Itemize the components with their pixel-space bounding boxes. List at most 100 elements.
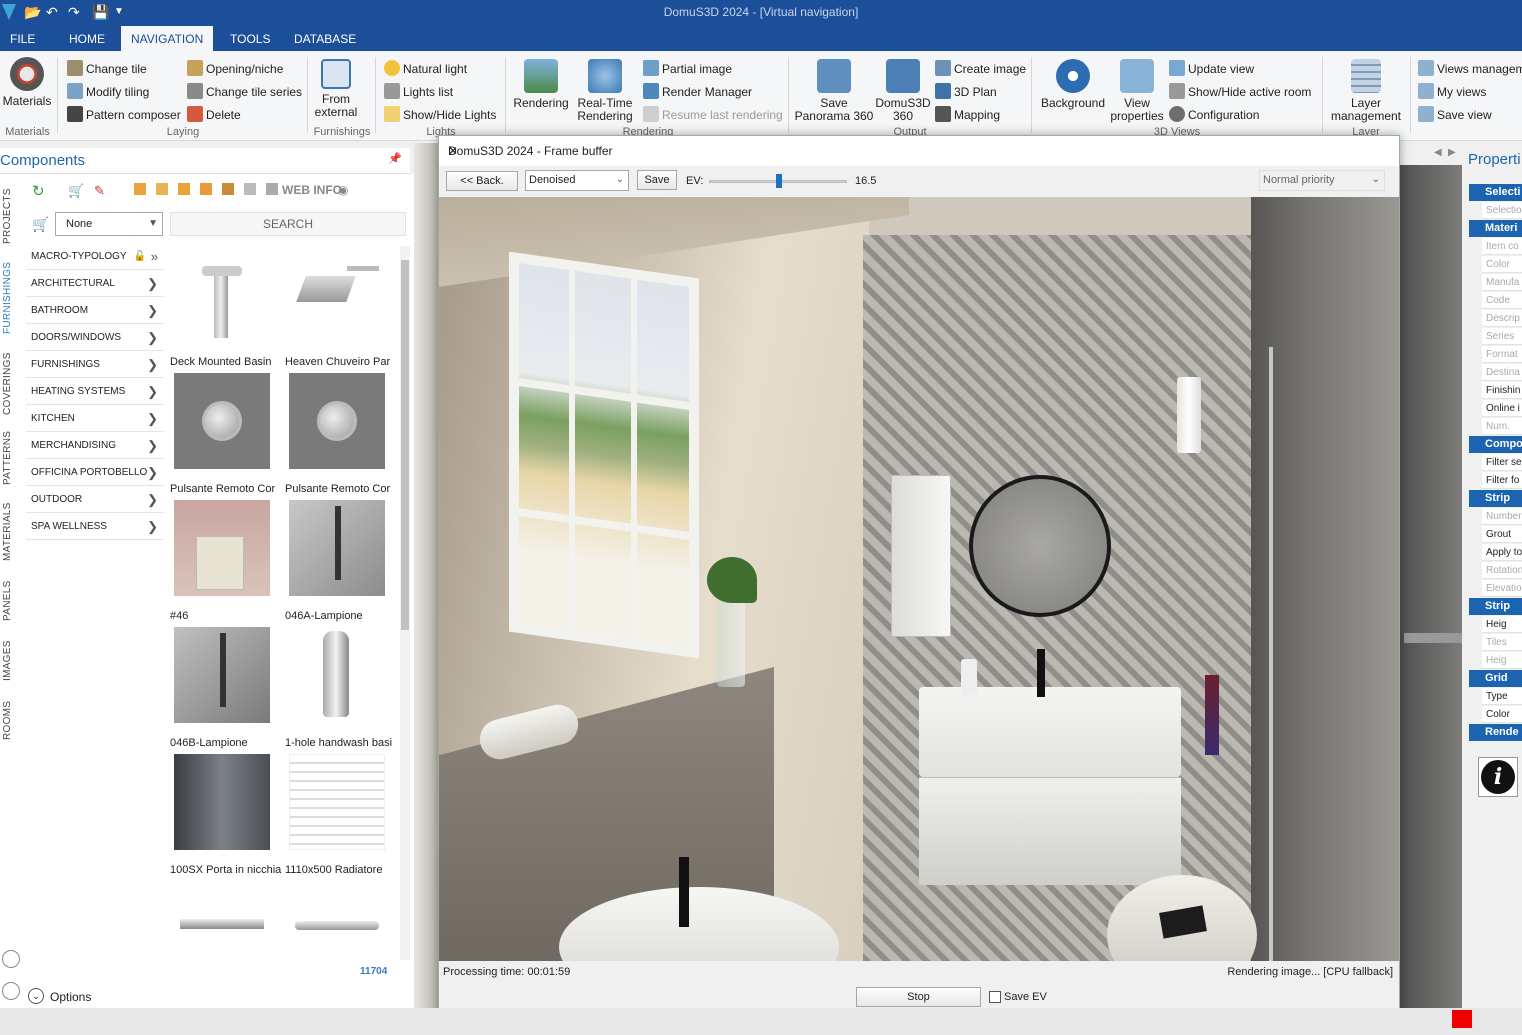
component-item[interactable]: 1-hole handwash basi [280,627,395,752]
property-row[interactable]: Color [1482,256,1522,273]
property-group-header[interactable]: Selecti [1469,184,1522,201]
property-row[interactable]: Manufa [1482,274,1522,291]
web-info-button[interactable]: WEB INFO [282,183,342,197]
property-row[interactable]: Number [1482,508,1522,525]
property-row[interactable]: Series [1482,328,1522,345]
domus3d-360-button[interactable]: DomuS3D 360 [873,59,933,123]
layer-management-button[interactable]: Layer management [1326,59,1406,123]
property-row[interactable]: Online i [1482,400,1522,417]
create-image-button[interactable]: Create image [935,60,1026,76]
materials-button[interactable]: Materials [2,57,52,108]
component-item[interactable]: Heaven Chuveiro Par [280,246,395,371]
property-row[interactable]: Heig [1482,616,1522,633]
side-tab-materials[interactable]: MATERIALS [2,500,22,564]
category-furnishings[interactable]: FURNISHINGS ❯ [26,351,164,378]
property-row[interactable]: Type [1482,688,1522,705]
lights-list-button[interactable]: Lights list [384,83,453,99]
cart-filter-select[interactable]: None ▼ [55,212,163,236]
property-row[interactable]: Destina [1482,364,1522,381]
property-row[interactable]: Finishin [1482,382,1522,399]
refresh-icon[interactable]: ↻ [32,182,45,200]
options-button[interactable]: Options [50,990,91,1004]
chevron-left-icon[interactable]: ◀ [1434,147,1442,158]
tab-database[interactable]: DATABASE [284,26,366,51]
property-group-header[interactable]: Compo [1469,436,1522,453]
configuration-button[interactable]: Configuration [1169,106,1259,122]
chevron-right-icon[interactable]: ▶ [1448,147,1456,158]
update-view-button[interactable]: Update view [1169,60,1254,76]
side-tab-patterns[interactable]: PATTERNS [2,430,22,486]
ev-slider-thumb[interactable] [776,174,782,188]
tab-navigation[interactable]: NAVIGATION [121,26,213,51]
property-row[interactable]: Heig [1482,652,1522,669]
component-item[interactable] [280,881,395,966]
3d-plan-button[interactable]: 3D Plan [935,83,997,99]
chevron-down-icon[interactable]: ⌄ [28,988,44,1004]
web-page-icon[interactable] [266,183,278,195]
side-tab-coverings[interactable]: COVERINGS [2,350,22,418]
category-kitchen[interactable]: KITCHEN ❯ [26,405,164,432]
property-row[interactable]: Selectio [1482,202,1522,219]
change-tile-button[interactable]: Change tile [67,60,147,76]
component-item[interactable]: Pulsante Remoto Cor [165,373,280,498]
cart-round-icon[interactable] [2,982,20,1000]
natural-light-button[interactable]: Natural light [384,60,467,76]
component-item[interactable]: Pulsante Remoto Cor [280,373,395,498]
search-input[interactable]: SEARCH [170,212,406,236]
tab-home[interactable]: HOME [59,26,115,51]
category-bathroom[interactable]: BATHROOM ❯ [26,297,164,324]
category-officina-portobello[interactable]: OFFICINA PORTOBELLO ❯ [26,459,164,486]
property-group-header[interactable]: Materi [1469,220,1522,237]
opening-niche-button[interactable]: Opening/niche [187,60,283,76]
side-tab-furnishings[interactable]: FURNISHINGS [2,258,22,338]
property-row[interactable]: Apply to [1482,544,1522,561]
property-group-header[interactable]: Strip [1469,490,1522,507]
close-icon[interactable]: ✕ [448,144,1391,158]
property-row[interactable]: Tiles [1482,634,1522,651]
change-tile-series-button[interactable]: Change tile series [187,83,302,99]
property-row[interactable]: Filter fo [1482,472,1522,489]
copy-component-icon[interactable] [178,183,190,195]
save-view-button[interactable]: Save view [1418,106,1492,122]
mapping-button[interactable]: Mapping [935,106,1000,122]
side-tab-projects[interactable]: PROJECTS [2,186,22,246]
category-merchandising[interactable]: MERCHANDISING ❯ [26,432,164,459]
property-group-header[interactable]: Rende [1469,724,1522,741]
property-row[interactable]: Num. [1482,418,1522,435]
save-button[interactable]: Save [637,170,677,190]
tag-icon[interactable]: ✎ [94,183,105,199]
delete-button[interactable]: Delete [187,106,241,122]
back-button[interactable]: << Back. [446,171,518,191]
component-item[interactable] [165,881,280,966]
realtime-rendering-button[interactable]: Real-Time Rendering [572,59,638,123]
double-chevron-icon[interactable]: » [151,243,158,270]
category-macro-typology[interactable]: MACRO-TYPOLOGY 🔓 » [26,243,164,270]
partial-image-button[interactable]: Partial image [643,60,732,76]
property-row[interactable]: Code [1482,292,1522,309]
binoculars-icon[interactable]: ◉ [338,183,348,197]
property-row[interactable]: Item co [1482,238,1522,255]
side-tab-panels[interactable]: PANELS [2,578,22,624]
category-spa-wellness[interactable]: SPA WELLNESS ❯ [26,513,164,540]
stop-button[interactable]: Stop [856,987,981,1007]
view-properties-button[interactable]: View properties [1108,59,1166,123]
scrollbar-thumb[interactable] [401,260,409,630]
tab-file[interactable]: FILE [0,26,45,51]
modify-tiling-button[interactable]: Modify tiling [67,83,149,99]
properties-icon[interactable] [244,183,256,195]
component-item[interactable]: 046B-Lampione [165,627,280,752]
render-manager-button[interactable]: Render Manager [643,83,752,99]
property-row[interactable]: Filter se [1482,454,1522,471]
cart-icon[interactable]: 🛒 [68,183,84,199]
property-row[interactable]: Color [1482,706,1522,723]
tab-tools[interactable]: TOOLS [220,26,280,51]
component-item[interactable]: 100SX Porta in nicchia [165,754,281,879]
property-row[interactable]: Elevatio [1482,580,1522,597]
rendering-button[interactable]: Rendering [511,59,571,110]
side-tab-images[interactable]: IMAGES [2,638,22,684]
pattern-composer-button[interactable]: Pattern composer [67,106,181,122]
save-ev-checkbox[interactable] [989,991,1001,1003]
background-button[interactable]: Background [1038,59,1108,110]
property-row[interactable]: Descrip [1482,310,1522,327]
property-group-header[interactable]: Strip [1469,598,1522,615]
